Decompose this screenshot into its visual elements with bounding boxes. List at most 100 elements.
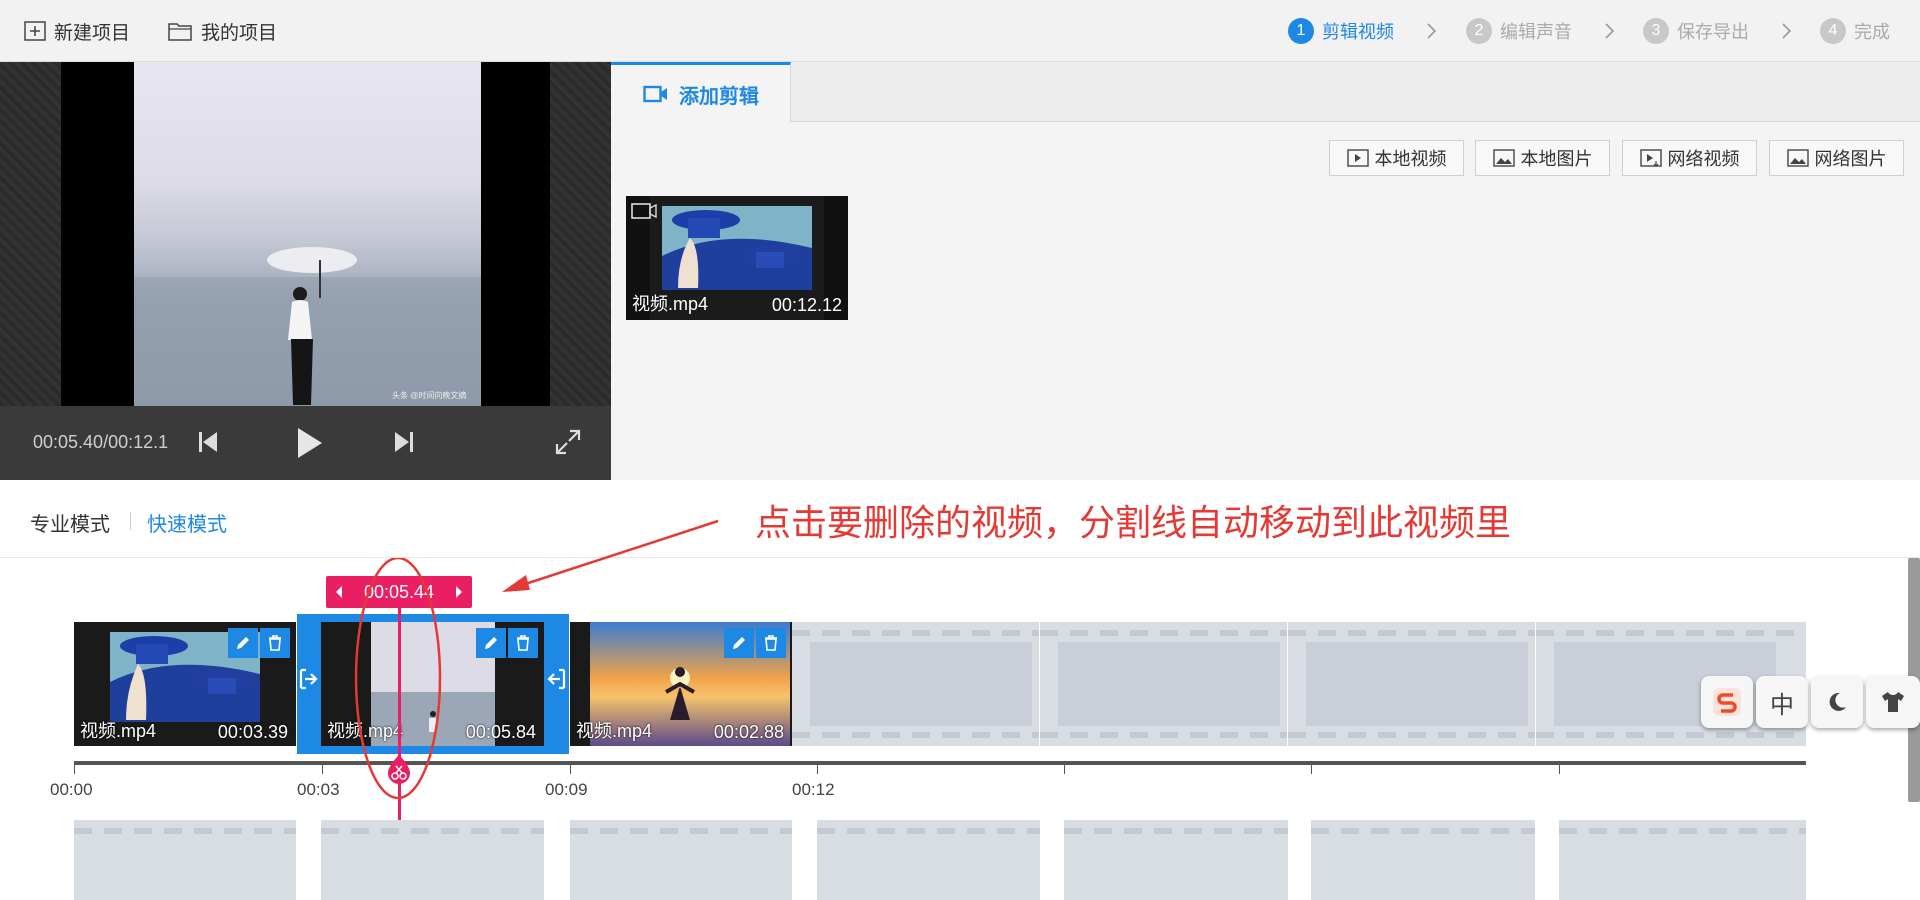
web-video-button[interactable]: 网络视频 bbox=[1622, 140, 1757, 176]
video-camera-icon bbox=[643, 85, 667, 103]
ruler-tick bbox=[322, 764, 323, 774]
tab-add-clip[interactable]: 添加剪辑 bbox=[611, 62, 791, 123]
local-video-button[interactable]: 本地视频 bbox=[1329, 140, 1464, 176]
time-readout: 00:05.40/00:12.1 bbox=[33, 432, 169, 452]
timeline-ruler[interactable] bbox=[74, 761, 1806, 765]
my-projects-label: 我的项目 bbox=[201, 22, 278, 44]
ruler-tick bbox=[1064, 764, 1065, 774]
delete-clip-button[interactable] bbox=[508, 628, 538, 658]
arrow-left-icon[interactable] bbox=[334, 585, 344, 599]
video-file-icon bbox=[1346, 149, 1369, 167]
pencil-icon bbox=[237, 637, 249, 649]
step-done[interactable]: 4 完成 bbox=[1820, 16, 1890, 46]
delete-clip-button[interactable] bbox=[756, 628, 786, 658]
edit-clip-button[interactable] bbox=[476, 628, 506, 658]
clip-duration: 00:02.88 bbox=[713, 722, 784, 742]
video-preview[interactable]: 头条 @时间向晚文摘 bbox=[0, 62, 611, 406]
web-image-button[interactable]: 网络图片 bbox=[1769, 140, 1904, 176]
ruler-label: 00:03 bbox=[297, 780, 340, 799]
trim-right-icon[interactable] bbox=[546, 668, 566, 690]
step-number: 1 bbox=[1288, 18, 1314, 44]
chevron-right-icon bbox=[1782, 23, 1792, 39]
media-name: 视频.mp4 bbox=[632, 294, 709, 314]
moon-icon[interactable] bbox=[1811, 676, 1863, 728]
button-label: 网络视频 bbox=[1667, 149, 1740, 169]
clip-duration: 00:03.39 bbox=[217, 722, 288, 742]
delete-clip-button[interactable] bbox=[260, 628, 290, 658]
local-image-button[interactable]: 本地图片 bbox=[1475, 140, 1610, 176]
sogou-s-icon bbox=[1713, 688, 1741, 716]
quick-mode-tab[interactable]: 快速模式 bbox=[147, 508, 227, 537]
media-thumbnail[interactable]: 视频.mp4 00:12.12 bbox=[626, 196, 848, 320]
clip-duration: 00:05.84 bbox=[465, 722, 536, 742]
fullscreen-icon[interactable] bbox=[554, 428, 582, 456]
media-duration: 00:12.12 bbox=[771, 295, 842, 315]
arrow-right-icon[interactable] bbox=[454, 585, 464, 599]
step-number: 4 bbox=[1820, 18, 1846, 44]
step-label: 保存导出 bbox=[1677, 22, 1749, 42]
annotation-arrow bbox=[502, 519, 719, 592]
trash-icon bbox=[269, 635, 281, 651]
skip-back-icon[interactable] bbox=[196, 428, 220, 456]
ruler-tick bbox=[1559, 764, 1560, 774]
trash-icon bbox=[765, 635, 777, 651]
preview-scene-image: 头条 @时间向晚文摘 bbox=[134, 247, 481, 406]
my-projects-button[interactable]: 我的项目 bbox=[167, 18, 277, 44]
step-label: 完成 bbox=[1854, 22, 1890, 42]
sogou-logo-icon[interactable] bbox=[1701, 676, 1753, 728]
step-edit-audio[interactable]: 2 编辑声音 bbox=[1466, 16, 1572, 46]
chevron-right-icon bbox=[1605, 23, 1615, 39]
timeline[interactable]: 视频.mp4 00:03.39 视频.mp4 00:05.84 视频.mp4 0… bbox=[0, 558, 1920, 900]
button-label: 网络图片 bbox=[1814, 149, 1887, 169]
step-number: 3 bbox=[1643, 18, 1669, 44]
step-number: 2 bbox=[1466, 18, 1492, 44]
step-edit-video[interactable]: 1 剪辑视频 bbox=[1288, 16, 1394, 46]
chevron-right-icon bbox=[1427, 23, 1437, 39]
watermark-text: 头条 @时间向晚文摘 bbox=[392, 390, 466, 400]
empty-slot bbox=[817, 820, 1040, 900]
timeline-clip[interactable]: 视频.mp4 00:02.88 bbox=[570, 622, 792, 746]
new-project-label: 新建项目 bbox=[54, 22, 131, 44]
top-bar: 新建项目 我的项目 1 剪辑视频 2 编辑声音 3 保存导出 4 完成 bbox=[0, 0, 1920, 62]
plus-square-icon bbox=[24, 21, 46, 41]
empty-slot bbox=[570, 820, 792, 900]
new-project-button[interactable]: 新建项目 bbox=[24, 18, 130, 44]
clip-tools bbox=[474, 628, 538, 658]
skip-forward-icon[interactable] bbox=[392, 428, 416, 456]
clip-tools bbox=[722, 628, 786, 658]
empty-slot bbox=[1288, 622, 1535, 746]
tab-label: 添加剪辑 bbox=[679, 85, 759, 108]
video-camera-icon bbox=[631, 203, 651, 219]
clip-tools bbox=[226, 628, 290, 658]
tab-strip: 添加剪辑 bbox=[611, 62, 1920, 123]
skin-shirt-icon[interactable] bbox=[1866, 676, 1920, 728]
player-controls: 00:05.40/00:12.1 bbox=[0, 406, 611, 480]
step-save-export[interactable]: 3 保存导出 bbox=[1643, 16, 1749, 46]
empty-slot bbox=[1040, 622, 1287, 746]
web-video-icon bbox=[1639, 149, 1662, 167]
timeline-clip[interactable]: 视频.mp4 00:03.39 bbox=[74, 622, 296, 746]
pencil-icon bbox=[485, 637, 497, 649]
moon-shape bbox=[1829, 692, 1846, 711]
pencil-icon bbox=[733, 637, 745, 649]
ruler-label: 00:00 bbox=[50, 780, 93, 799]
step-label: 剪辑视频 bbox=[1322, 22, 1394, 42]
ruler-tick bbox=[1311, 764, 1312, 774]
clip-name: 视频.mp4 bbox=[80, 721, 157, 741]
ime-language-button[interactable]: 中 bbox=[1756, 676, 1808, 728]
trim-left-icon[interactable] bbox=[299, 668, 319, 690]
ime-language-label: 中 bbox=[1770, 691, 1794, 719]
empty-slot bbox=[1311, 820, 1535, 900]
edit-clip-button[interactable] bbox=[228, 628, 258, 658]
edit-clip-button[interactable] bbox=[724, 628, 754, 658]
pro-mode-tab[interactable]: 专业模式 bbox=[30, 508, 110, 537]
play-icon[interactable] bbox=[294, 426, 324, 460]
empty-slot bbox=[321, 820, 544, 900]
annotation-text: 点击要删除的视频，分割线自动移动到此视频里 bbox=[755, 502, 1512, 543]
ruler-tick bbox=[74, 764, 75, 774]
empty-slot bbox=[792, 622, 1039, 746]
step-label: 编辑声音 bbox=[1500, 22, 1572, 42]
button-label: 本地图片 bbox=[1520, 149, 1593, 169]
ruler-tick bbox=[570, 764, 571, 774]
web-image-icon bbox=[1786, 149, 1809, 167]
